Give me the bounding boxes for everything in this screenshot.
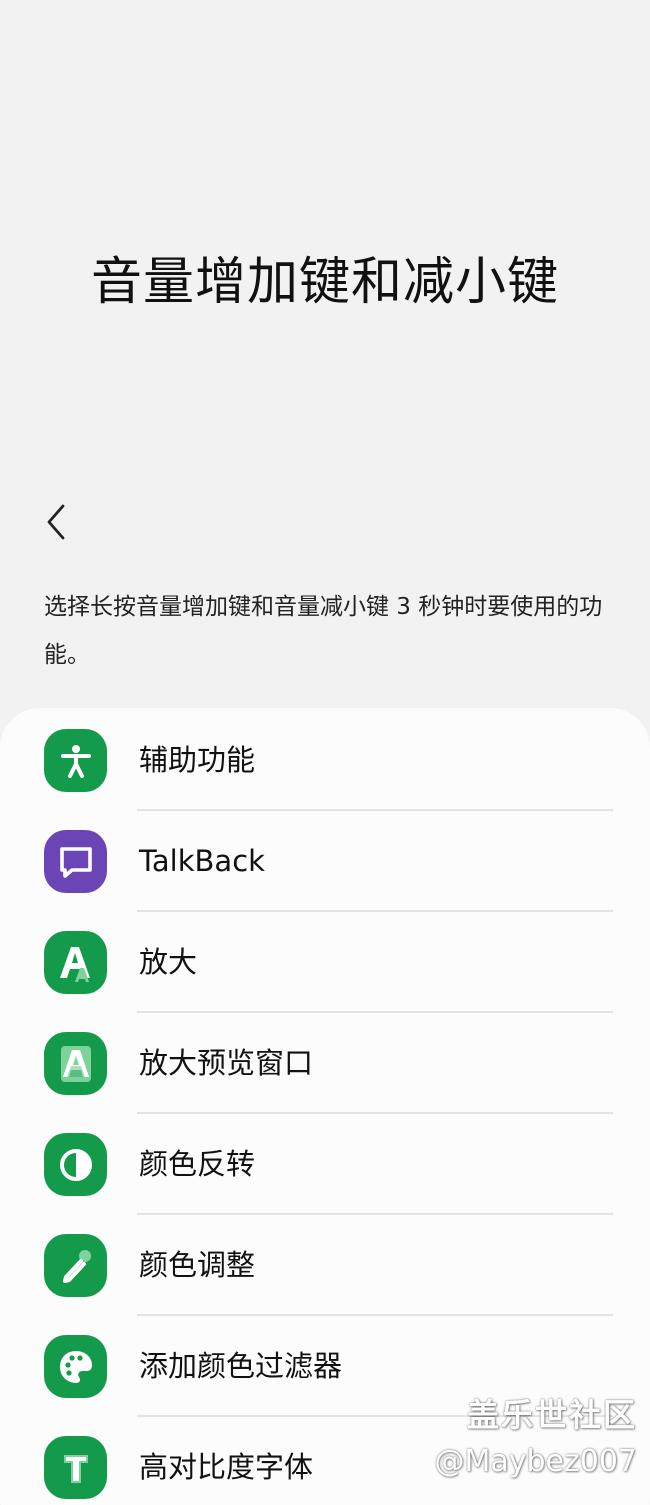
list-item-talkback[interactable]: TalkBack xyxy=(0,811,650,912)
list-item-magnification[interactable]: 放大 xyxy=(0,912,650,1013)
back-button[interactable] xyxy=(30,496,82,548)
watermark-brand: 盖乐世社区 xyxy=(466,1396,637,1434)
shortcut-list: 辅助功能 TalkBack 放大 放大预览窗口 颜色反转 颜色调整 添加颜色过滤… xyxy=(0,708,650,1505)
list-item-color-adjustment[interactable]: 颜色调整 xyxy=(0,1215,650,1316)
description-text: 选择长按音量增加键和音量减小键 3 秒钟时要使用的功能。 xyxy=(44,594,603,668)
color-filter-icon xyxy=(44,1335,107,1398)
screen: 音量增加键和减小键 选择长按音量增加键和音量减小键 3 秒钟时要使用的功能。 辅… xyxy=(0,0,650,1505)
item-label: 放大 xyxy=(139,945,198,979)
watermark-user: @Maybez007 xyxy=(434,1444,637,1479)
chevron-left-icon xyxy=(47,504,65,540)
list-item-color-inversion[interactable]: 颜色反转 xyxy=(0,1114,650,1215)
list-item-accessibility[interactable]: 辅助功能 xyxy=(0,710,650,811)
list-item-magnifier-window[interactable]: 放大预览窗口 xyxy=(0,1013,650,1114)
high-contrast-font-icon xyxy=(44,1436,107,1499)
accessibility-icon xyxy=(44,729,107,792)
item-label: 颜色调整 xyxy=(139,1248,256,1282)
item-label: 添加颜色过滤器 xyxy=(139,1349,343,1383)
page-title: 音量增加键和减小键 xyxy=(90,253,559,312)
magnification-icon xyxy=(44,931,107,994)
talkback-icon xyxy=(44,830,107,893)
item-label: 颜色反转 xyxy=(139,1147,256,1181)
item-label: 辅助功能 xyxy=(139,743,256,777)
item-label: 放大预览窗口 xyxy=(139,1046,314,1080)
color-inversion-icon xyxy=(44,1133,107,1196)
item-label: TalkBack xyxy=(139,844,265,878)
color-adjustment-icon xyxy=(44,1234,107,1297)
magnifier-window-icon xyxy=(44,1032,107,1095)
item-label: 高对比度字体 xyxy=(139,1450,314,1484)
